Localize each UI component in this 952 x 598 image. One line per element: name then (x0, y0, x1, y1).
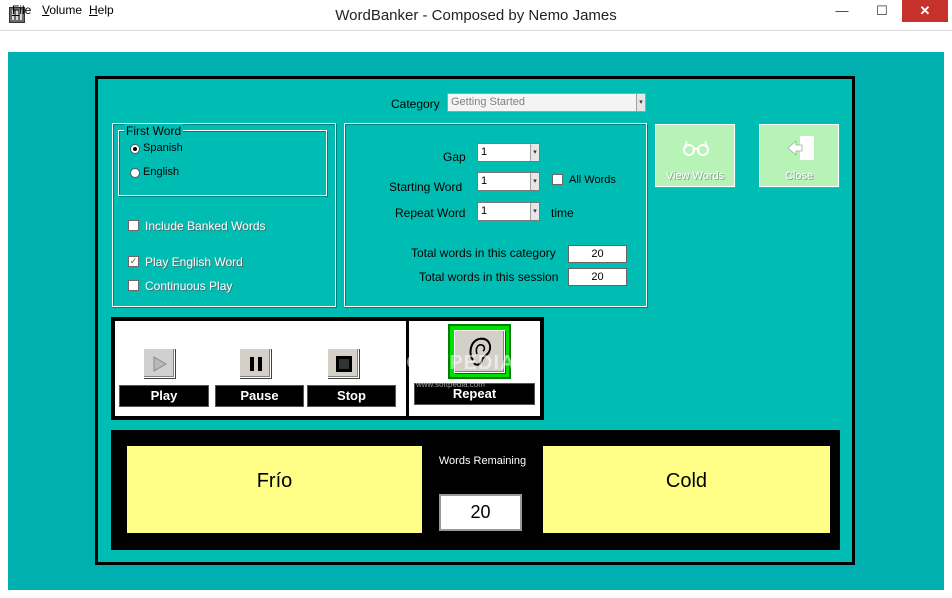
play-english-label: Play English Word (145, 255, 243, 269)
exit-door-icon (787, 136, 814, 160)
stop-button[interactable] (327, 348, 359, 378)
spanish-word-display: Frío (127, 446, 422, 533)
chevron-down-icon: ▾ (530, 173, 539, 190)
menu-bar (0, 31, 952, 52)
category-value: Getting Started (451, 96, 525, 108)
view-words-button[interactable]: View Words (655, 124, 735, 187)
view-words-label: View Words (665, 170, 725, 182)
play-button[interactable] (143, 348, 175, 378)
repeat-word-select[interactable]: 1 ▾ (477, 202, 540, 221)
gap-value: 1 (481, 146, 488, 158)
english-word-display: Cold (543, 446, 830, 533)
stop-icon (336, 356, 352, 372)
menu-volume[interactable]: Volume (42, 3, 82, 17)
menu-file[interactable]: File (12, 3, 31, 17)
include-banked-label: Include Banked Words (145, 219, 266, 233)
english-radio-label: English (143, 166, 180, 178)
repeat-word-label: Repeat Word (395, 206, 466, 220)
spanish-radio[interactable] (130, 144, 140, 154)
total-category-label: Total words in this category (411, 246, 556, 260)
starting-word-label: Starting Word (389, 180, 463, 194)
close-window-button[interactable]: ✕ (902, 0, 948, 22)
repeat-time-suffix: time (551, 206, 574, 220)
watermark-url: www.softpedia.com (416, 380, 485, 389)
first-word-group (118, 130, 327, 196)
chevron-down-icon: ▾ (636, 94, 645, 111)
pause-icon (250, 357, 262, 371)
chevron-down-icon: ▾ (530, 203, 539, 220)
window-title: WordBanker - Composed by Nemo James (335, 7, 617, 24)
watermark-text: SOFTPEDIA (392, 352, 516, 374)
all-words-checkbox[interactable] (552, 174, 563, 185)
play-label[interactable]: Play (119, 385, 209, 407)
stop-label[interactable]: Stop (307, 385, 396, 407)
spanish-radio-label: Spanish (143, 142, 183, 154)
words-remaining-label: Words Remaining (438, 455, 527, 467)
first-word-legend: First Word (124, 124, 184, 138)
include-banked-checkbox[interactable] (128, 220, 139, 231)
maximize-button[interactable]: ☐ (862, 0, 902, 22)
pause-button[interactable] (239, 348, 271, 378)
category-select[interactable]: Getting Started ▾ (447, 93, 646, 112)
play-english-checkbox[interactable]: ✓ (128, 256, 139, 267)
play-icon (153, 356, 167, 372)
starting-word-select[interactable]: 1 ▾ (477, 172, 540, 191)
chevron-down-icon: ▾ (530, 144, 539, 161)
repeat-word-value: 1 (481, 205, 488, 217)
continuous-play-checkbox[interactable] (128, 280, 139, 291)
glasses-icon (683, 140, 709, 156)
gap-label: Gap (443, 150, 466, 164)
category-label: Category (391, 97, 440, 111)
continuous-play-label: Continuous Play (145, 279, 233, 293)
pause-label[interactable]: Pause (215, 385, 304, 407)
close-label: Close (784, 170, 814, 182)
close-button[interactable]: Close (759, 124, 839, 187)
total-category-value: 20 (568, 245, 627, 263)
gap-select[interactable]: 1 ▾ (477, 143, 540, 162)
total-session-label: Total words in this session (419, 270, 559, 284)
english-radio[interactable] (130, 168, 140, 178)
starting-word-value: 1 (481, 175, 488, 187)
menu-help[interactable]: Help (89, 3, 114, 17)
words-remaining-value: 20 (439, 494, 522, 531)
minimize-button[interactable]: — (822, 0, 862, 22)
total-session-value: 20 (568, 268, 627, 286)
all-words-label: All Words (569, 174, 616, 186)
